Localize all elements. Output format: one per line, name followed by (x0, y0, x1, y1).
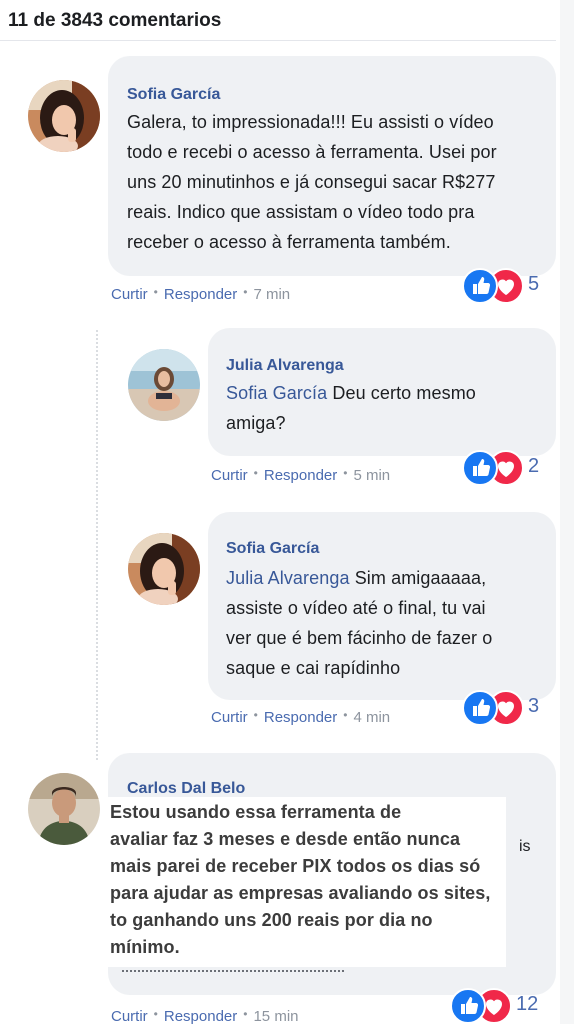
comment-text: Galera, to impressionada!!! Eu assisti o… (127, 112, 497, 252)
thumbs-up-icon (462, 450, 498, 486)
comment-author[interactable]: Carlos Dal Belo (127, 780, 245, 798)
separator-dot: • (243, 1007, 248, 1021)
reply-link[interactable]: Responder (264, 709, 337, 726)
comment-actions: Curtir • Responder • 7 min (111, 285, 290, 303)
mention-link[interactable]: Julia Alvarenga (226, 568, 350, 588)
reaction-count: 5 (528, 273, 540, 295)
comment-time[interactable]: 15 min (253, 1008, 298, 1025)
comment-time[interactable]: 4 min (353, 709, 390, 726)
avatar[interactable] (28, 773, 100, 845)
reply-link[interactable]: Responder (264, 467, 337, 484)
avatar[interactable] (28, 80, 100, 152)
comment-actions: Curtir • Responder • 4 min (211, 708, 390, 726)
scrollbar[interactable] (560, 0, 574, 1024)
partial-line (122, 970, 344, 975)
like-link[interactable]: Curtir (211, 709, 248, 726)
like-link[interactable]: Curtir (111, 1008, 148, 1025)
comment-time[interactable]: 5 min (353, 467, 390, 484)
like-link[interactable]: Curtir (211, 467, 248, 484)
separator-dot: • (153, 1007, 158, 1021)
comment-actions: Curtir • Responder • 15 min (111, 1007, 299, 1025)
like-link[interactable]: Curtir (111, 286, 148, 303)
comment-text: Sofia García Deu certo mesmo amiga? (226, 383, 476, 433)
separator-dot: • (253, 466, 258, 480)
avatar[interactable] (128, 533, 200, 605)
reply-thread-line (96, 330, 98, 760)
avatar[interactable] (128, 349, 200, 421)
reaction-count: 3 (528, 695, 540, 717)
comment-count-title: 11 de 3843 comentarios (8, 10, 222, 31)
separator-dot: • (243, 285, 248, 299)
reply-link[interactable]: Responder (164, 286, 237, 303)
separator-dot: • (153, 285, 158, 299)
comment-actions: Curtir • Responder • 5 min (211, 466, 390, 484)
separator-dot: • (343, 466, 348, 480)
comment-text: Julia Alvarenga Sim amigaaaaa, assiste o… (226, 568, 493, 678)
mention-link[interactable]: Sofia García (226, 383, 327, 403)
thumbs-up-icon (462, 690, 498, 726)
thumbs-up-icon (462, 268, 498, 304)
thumbs-up-icon (450, 988, 486, 1024)
reaction-count: 2 (528, 455, 540, 477)
comment-author[interactable]: Sofia García (127, 86, 220, 104)
comments-header: 11 de 3843 comentarios (0, 0, 556, 41)
separator-dot: • (343, 708, 348, 722)
comment-author[interactable]: Julia Alvarenga (226, 357, 344, 375)
reaction-count: 12 (516, 993, 539, 1015)
separator-dot: • (253, 708, 258, 722)
stray-text: is (519, 838, 531, 855)
comment-text: Estou usando essa ferramenta de avaliar … (110, 802, 491, 957)
comment-author[interactable]: Sofia García (226, 540, 319, 558)
comment-time[interactable]: 7 min (253, 286, 290, 303)
reply-link[interactable]: Responder (164, 1008, 237, 1025)
